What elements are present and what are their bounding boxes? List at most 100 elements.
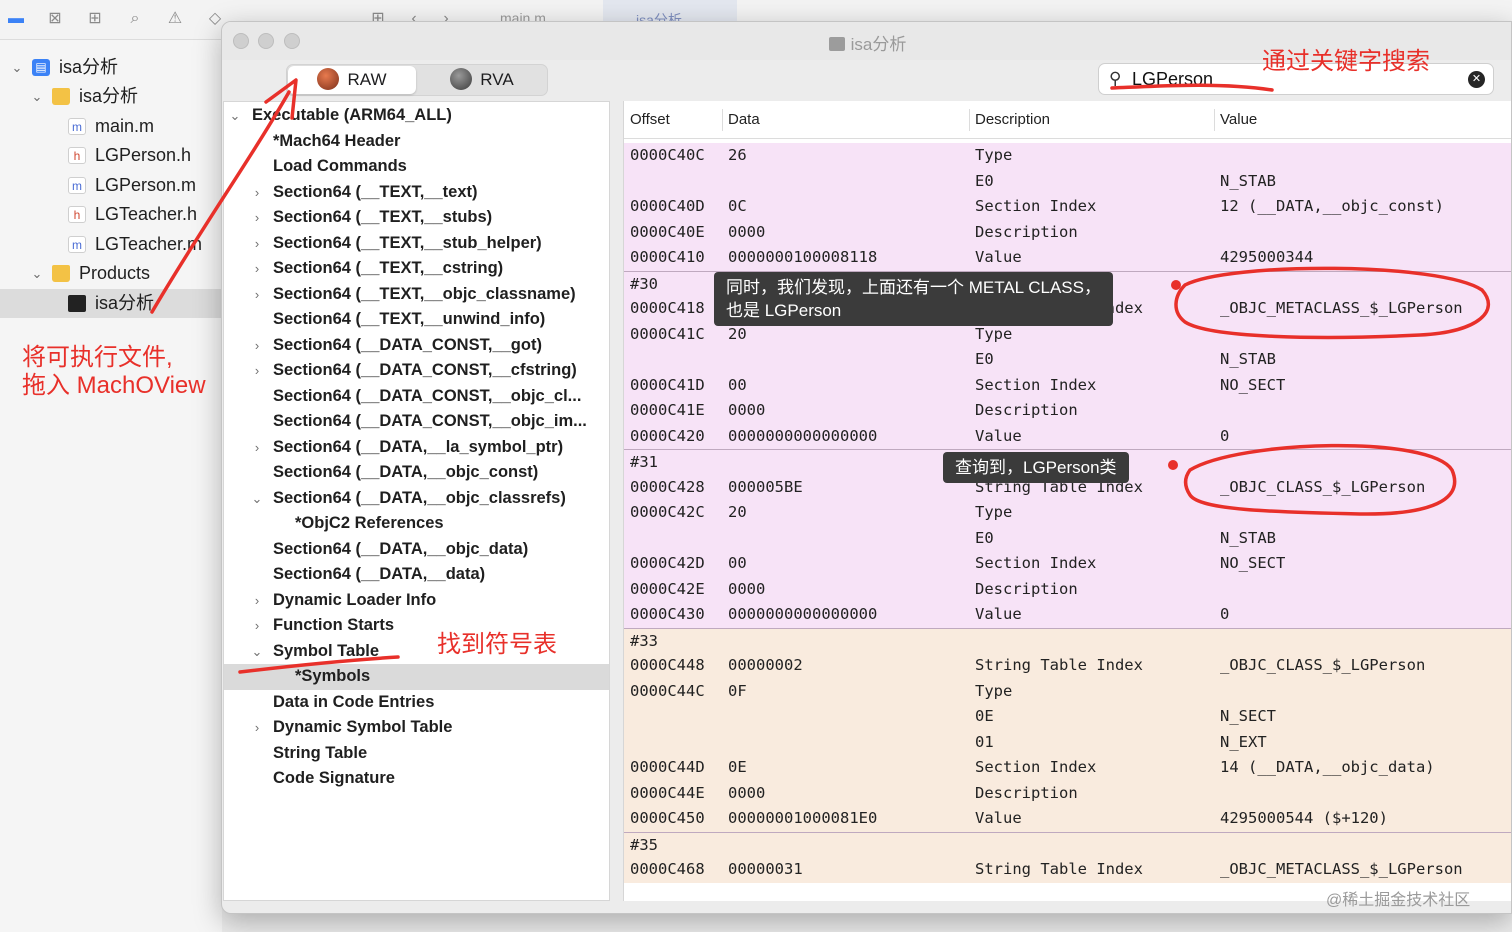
- table-row[interactable]: 0000C430 0000000000000000 Value 0: [624, 602, 1511, 628]
- navigator-item[interactable]: ⌄ isa分析: [0, 82, 222, 111]
- chevron-right-icon[interactable]: ›: [250, 282, 264, 308]
- raw-segment[interactable]: RAW: [288, 66, 416, 94]
- chevron-down-icon[interactable]: ⌄: [250, 486, 264, 512]
- tree-item[interactable]: › Section64 (__DATA_CONST,__got): [224, 333, 609, 359]
- table-row[interactable]: 0000C40E 0000 Description: [624, 219, 1511, 245]
- tree-item[interactable]: › Dynamic Symbol Table: [224, 715, 609, 741]
- cell-data: 0000000000000000: [728, 426, 878, 445]
- tree-item[interactable]: › Section64 (__TEXT,__cstring): [224, 256, 609, 282]
- tree-item[interactable]: › Section64 (__TEXT,__text): [224, 180, 609, 206]
- chevron-down-icon[interactable]: ⌄: [30, 259, 44, 288]
- chevron-right-icon[interactable]: ›: [250, 435, 264, 461]
- table-row[interactable]: 0000C40D 0C Section Index 12 (__DATA,__objc…: [624, 194, 1511, 220]
- tree-item[interactable]: › Section64 (__DATA_CONST,__cfstring): [224, 358, 609, 384]
- tree-item[interactable]: Section64 (__DATA_CONST,__objc_cl...: [224, 384, 609, 410]
- cell-offset: 0000C44D: [630, 758, 705, 776]
- chevron-right-icon[interactable]: ›: [250, 256, 264, 282]
- table-row[interactable]: 0000C420 0000000000000000 Value 0: [624, 423, 1511, 449]
- search-icon[interactable]: ⌕: [125, 9, 145, 29]
- chevron-down-icon[interactable]: ⌄: [30, 82, 44, 111]
- tree-item[interactable]: Section64 (__DATA_CONST,__objc_im...: [224, 409, 609, 435]
- chevron-right-icon[interactable]: ›: [250, 358, 264, 384]
- table-row[interactable]: 0000C41E 0000 Description: [624, 398, 1511, 424]
- tree-item[interactable]: Section64 (__DATA,__objc_data): [224, 537, 609, 563]
- column-data[interactable]: Data: [728, 111, 760, 128]
- table-row[interactable]: 0E N_SECT: [624, 704, 1511, 730]
- chevron-right-icon[interactable]: ›: [250, 180, 264, 206]
- tree-item[interactable]: *Mach64 Header: [224, 129, 609, 155]
- tree-item[interactable]: › Dynamic Loader Info: [224, 588, 609, 614]
- tree-item[interactable]: String Table: [224, 741, 609, 767]
- chevron-right-icon[interactable]: ›: [250, 231, 264, 257]
- tree-item[interactable]: Section64 (__TEXT,__unwind_info): [224, 307, 609, 333]
- address-mode-control[interactable]: RAW RVA: [286, 64, 548, 96]
- table-row[interactable]: 0000C40C 26 Type: [624, 143, 1511, 169]
- tree-item[interactable]: Load Commands: [224, 154, 609, 180]
- machoview-window: isa分析 RAW RVA ⚲ ✕ ⌄Executable (ARM64_ALL…: [221, 21, 1512, 914]
- navigator-item[interactable]: isa分析: [0, 289, 222, 318]
- table-row[interactable]: 0000C44D 0E Section Index 14 (__DATA,__objc…: [624, 755, 1511, 781]
- cell-data: 00: [728, 554, 747, 572]
- table-row[interactable]: 0000C44E 0000 Description: [624, 780, 1511, 806]
- chevron-down-icon[interactable]: ⌄: [10, 53, 24, 82]
- chevron-right-icon[interactable]: ›: [250, 588, 264, 614]
- chevron-right-icon[interactable]: ›: [250, 613, 264, 639]
- navigator-item[interactable]: m main.m: [0, 112, 222, 141]
- cell-desc: String Table Index: [975, 656, 1143, 674]
- table-row[interactable]: 0000C448 00000002 String Table Index _OBJC_…: [624, 653, 1511, 679]
- tree-item[interactable]: Code Signature: [224, 766, 609, 792]
- chevron-right-icon[interactable]: ›: [250, 333, 264, 359]
- tree-item[interactable]: ⌄ Executable (ARM64_ALL): [224, 103, 609, 129]
- navigator-item-label: isa分析: [95, 293, 155, 313]
- tree-item[interactable]: Section64 (__DATA,__objc_const): [224, 460, 609, 486]
- cell-desc: Description: [975, 222, 1078, 241]
- clear-search-icon[interactable]: ✕: [1468, 71, 1485, 88]
- tree-item[interactable]: Data in Code Entries: [224, 690, 609, 716]
- cell-offset: 0000C42C: [630, 503, 705, 521]
- chevron-right-icon[interactable]: ›: [250, 205, 264, 231]
- navigator-item[interactable]: ⌄ ▤ isa分析: [0, 53, 222, 82]
- table-group-row[interactable]: #33: [624, 627, 1511, 653]
- structure-tree: ⌄ Executable (ARM64_ALL) *Mach64 Header Loa…: [223, 101, 610, 901]
- cell-desc: Type: [975, 146, 1013, 164]
- column-offset[interactable]: Offset: [630, 111, 670, 128]
- rva-segment[interactable]: RVA: [418, 66, 546, 94]
- navigator-item[interactable]: h LGPerson.h: [0, 141, 222, 170]
- table-row[interactable]: 0000C410 0000000100008118 Value 4295000344: [624, 245, 1511, 271]
- warning-icon[interactable]: ⚠: [165, 9, 185, 29]
- x-square-icon[interactable]: ⊠: [45, 9, 65, 29]
- table-row[interactable]: E0 N_STAB: [624, 347, 1511, 373]
- table-group-row[interactable]: #35: [624, 831, 1511, 857]
- tree-item[interactable]: › Section64 (__TEXT,__stubs): [224, 205, 609, 231]
- tree-item[interactable]: Section64 (__DATA,__data): [224, 562, 609, 588]
- navigator-item[interactable]: m LGPerson.m: [0, 171, 222, 200]
- m-file-icon: m: [68, 236, 86, 253]
- table-row[interactable]: 0000C44C 0F Type: [624, 678, 1511, 704]
- column-description[interactable]: Description: [975, 111, 1050, 128]
- table-row[interactable]: 01 N_EXT: [624, 729, 1511, 755]
- folder-icon[interactable]: ▬: [6, 9, 26, 29]
- table-row[interactable]: 0000C450 00000001000081E0 Value 4295000544 …: [624, 806, 1511, 832]
- hierarchy-icon[interactable]: ⊞: [85, 9, 105, 29]
- tree-item[interactable]: ⌄ Section64 (__DATA,__objc_classrefs): [224, 486, 609, 512]
- tree-item[interactable]: *Symbols: [224, 664, 609, 690]
- navigator-item[interactable]: ⌄ Products: [0, 259, 222, 288]
- navigator-item[interactable]: h LGTeacher.h: [0, 200, 222, 229]
- table-row[interactable]: 0000C42E 0000 Description: [624, 576, 1511, 602]
- table-row[interactable]: E0 N_STAB: [624, 525, 1511, 551]
- column-value[interactable]: Value: [1220, 111, 1257, 128]
- chevron-down-icon[interactable]: ⌄: [250, 639, 264, 665]
- chevron-down-icon[interactable]: ⌄: [228, 103, 242, 129]
- tree-item[interactable]: › Section64 (__DATA,__la_symbol_ptr): [224, 435, 609, 461]
- table-row[interactable]: E0 N_STAB: [624, 168, 1511, 194]
- table-row[interactable]: 0000C468 00000031 String Table Index _OBJC_…: [624, 857, 1511, 883]
- tree-item[interactable]: *ObjC2 References: [224, 511, 609, 537]
- table-row[interactable]: 0000C41D 00 Section Index NO_SECT: [624, 372, 1511, 398]
- navigator-item-label: LGPerson.m: [95, 175, 197, 195]
- navigator-item[interactable]: m LGTeacher.m: [0, 230, 222, 259]
- table-row[interactable]: 0000C42D 00 Section Index NO_SECT: [624, 551, 1511, 577]
- tree-item[interactable]: › Section64 (__TEXT,__objc_classname): [224, 282, 609, 308]
- chevron-right-icon[interactable]: ›: [250, 715, 264, 741]
- table-row[interactable]: 0000C42C 20 Type: [624, 500, 1511, 526]
- tree-item[interactable]: › Section64 (__TEXT,__stub_helper): [224, 231, 609, 257]
